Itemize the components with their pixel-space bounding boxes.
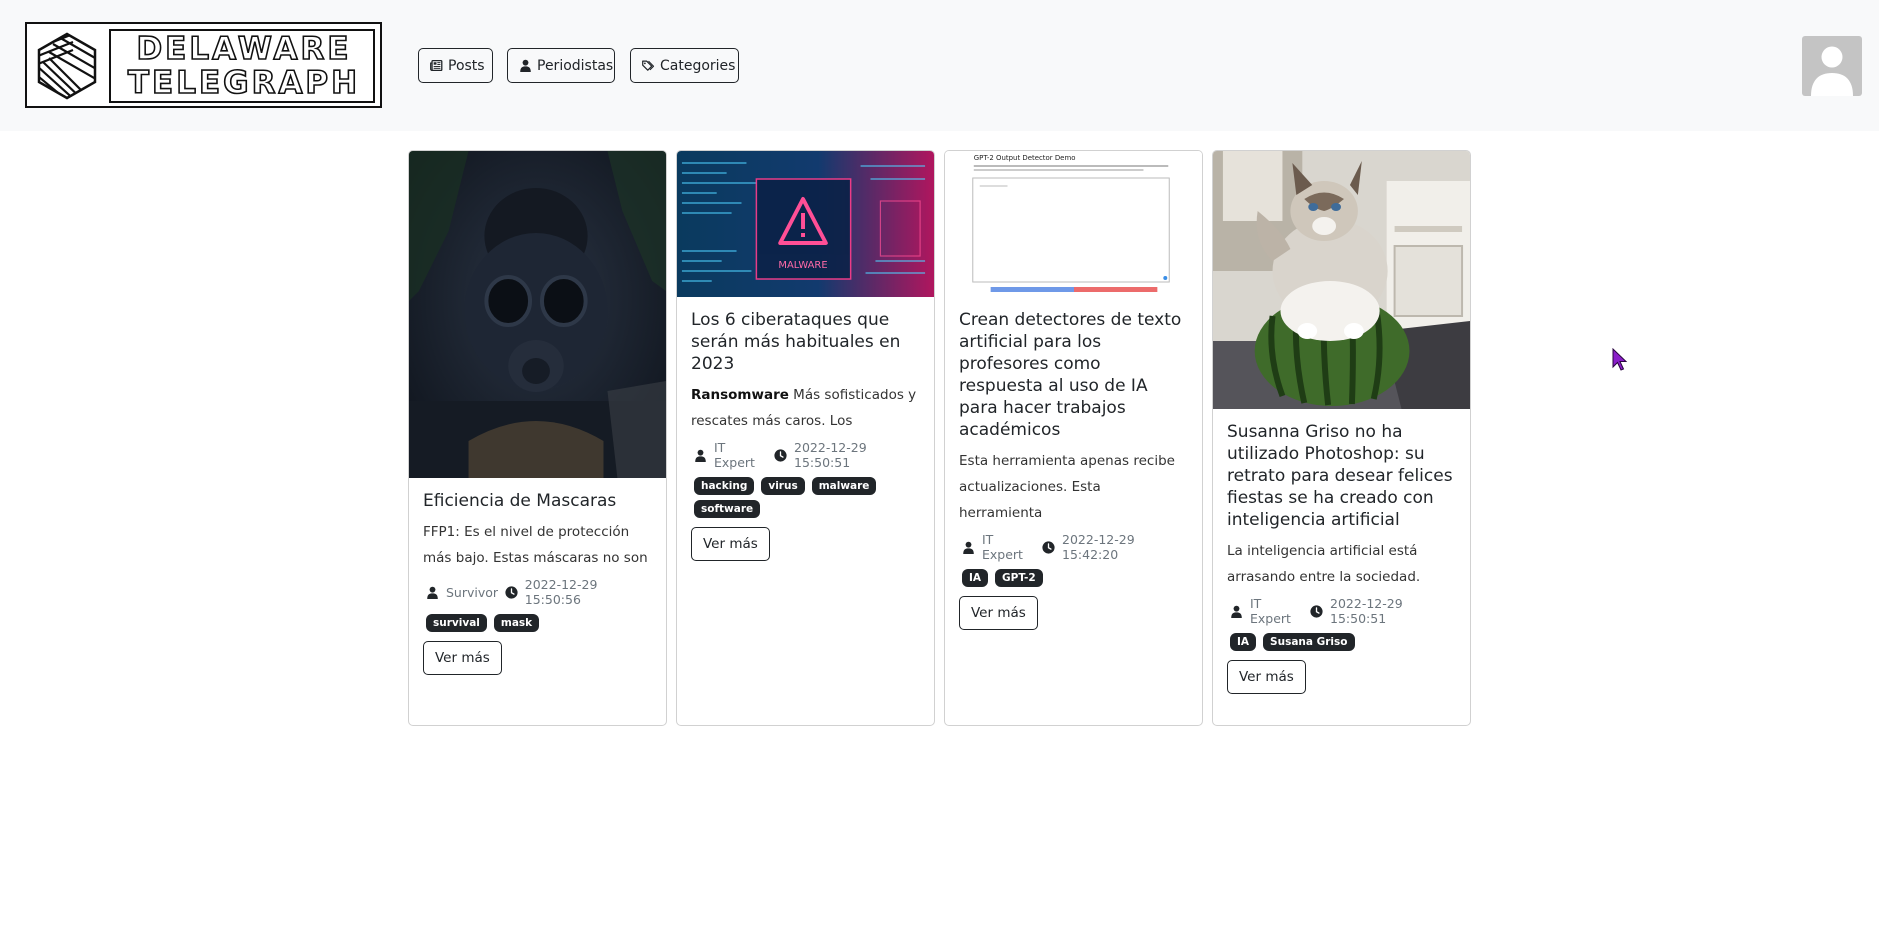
post-image-cat-watermelon[interactable] [1213,151,1470,409]
post-title[interactable]: Los 6 ciberataques que serán más habitua… [691,309,920,375]
post-meta: Survivor 2022-12-29 15:50:56 [423,577,652,607]
post-card: Eficiencia de Mascaras FFP1: Es el nivel… [408,150,667,726]
post-tags: hacking virus malware software [691,477,920,518]
site-logo[interactable]: DELAWARE TELEGRAPH [25,22,382,108]
clock-icon [505,585,518,599]
post-date: 2022-12-29 15:42:20 [1062,532,1135,562]
post-image-malware[interactable]: MALWARE [677,151,934,297]
post-date: 2022-12-29 15:50:51 [1330,596,1403,626]
logo-hexagon-icon [37,32,97,100]
tag-badge[interactable]: Susana Griso [1263,633,1355,651]
post-tags: IA GPT-2 [959,569,1188,587]
tags-icon [642,60,655,71]
logo-line-2: TELEGRAPH [127,65,361,101]
tag-badge[interactable]: virus [761,477,805,495]
post-excerpt-text: Esta herramienta apenas recibe actualiza… [959,453,1175,521]
user-icon [520,59,531,72]
read-more-button[interactable]: Ver más [1227,660,1306,694]
post-image-gpt2-detector[interactable]: GPT-2 Output Detector Demo [945,151,1202,297]
clock-icon [1042,540,1055,554]
post-excerpt-bold: Ransomware [691,387,789,403]
tag-badge[interactable]: IA [1230,633,1257,651]
nav-periodistas-label: Periodistas [537,57,614,74]
post-meta: IT Expert 2022-12-29 15:50:51 [1227,596,1456,626]
post-excerpt: La inteligencia artificial está arrasand… [1227,538,1456,590]
post-card: GPT-2 Output Detector Demo Crean detecto… [944,150,1203,726]
post-image-gas-mask[interactable] [409,151,666,478]
tag-badge[interactable]: software [694,500,761,518]
nav-posts-label: Posts [448,57,485,74]
post-title[interactable]: Eficiencia de Mascaras [423,490,652,512]
tag-badge[interactable]: GPT-2 [995,569,1043,587]
malware-image-text: MALWARE [778,260,827,271]
clock-icon [774,448,787,462]
post-date: 2022-12-29 15:50:51 [794,440,867,470]
post-title[interactable]: Susanna Griso no ha utilizado Photoshop:… [1227,421,1456,531]
post-excerpt: FFP1: Es el nivel de protección más bajo… [423,519,652,571]
nav-categories-button[interactable]: Categories [630,48,739,83]
post-excerpt: Esta herramienta apenas recibe actualiza… [959,448,1188,526]
mouse-cursor-icon [1612,348,1628,371]
tag-badge[interactable]: mask [493,614,540,632]
post-author[interactable]: Survivor [446,585,498,600]
read-more-button[interactable]: Ver más [691,527,770,561]
user-avatar-icon [1811,46,1853,96]
post-excerpt-text: FFP1: Es el nivel de protección más bajo… [423,524,648,566]
post-meta: IT Expert 2022-12-29 15:42:20 [959,532,1188,562]
post-author[interactable]: IT Expert [982,532,1035,562]
post-card: Susanna Griso no ha utilizado Photoshop:… [1212,150,1471,726]
post-tags: IA Susana Griso [1227,633,1456,651]
post-excerpt: Ransomware Más sofisticados y rescates m… [691,382,920,434]
post-author[interactable]: IT Expert [1250,596,1303,626]
post-card: MALWARE Los 6 ciberataques que serán más… [676,150,935,726]
post-date: 2022-12-29 15:50:56 [524,577,598,607]
clock-icon [1310,604,1323,618]
user-icon [963,541,974,554]
nav-categories-label: Categories [660,57,736,74]
post-author[interactable]: IT Expert [714,440,767,470]
tag-badge[interactable]: hacking [694,477,755,495]
read-more-button[interactable]: Ver más [423,641,502,675]
tag-badge[interactable]: IA [962,569,989,587]
post-meta: IT Expert 2022-12-29 15:50:51 [691,440,920,470]
post-excerpt-text: La inteligencia artificial está arrasand… [1227,543,1421,585]
user-avatar[interactable] [1802,36,1862,96]
read-more-button[interactable]: Ver más [959,596,1038,630]
post-tags: survival mask [423,614,652,632]
post-title[interactable]: Crean detectores de texto artificial par… [959,309,1188,441]
tag-badge[interactable]: malware [811,477,877,495]
logo-wordmark: DELAWARE TELEGRAPH [109,29,375,103]
nav-periodistas-button[interactable]: Periodistas [507,48,615,83]
detector-image-title: GPT-2 Output Detector Demo [974,154,1076,162]
user-icon [695,449,706,462]
nav-posts-button[interactable]: Posts [418,48,493,83]
logo-line-1: DELAWARE [136,31,352,67]
newspaper-icon [430,59,443,72]
top-navbar: DELAWARE TELEGRAPH Posts Periodistas Cat… [0,0,1879,131]
user-icon [427,586,438,599]
tag-badge[interactable]: survival [426,614,487,632]
user-icon [1231,605,1242,618]
